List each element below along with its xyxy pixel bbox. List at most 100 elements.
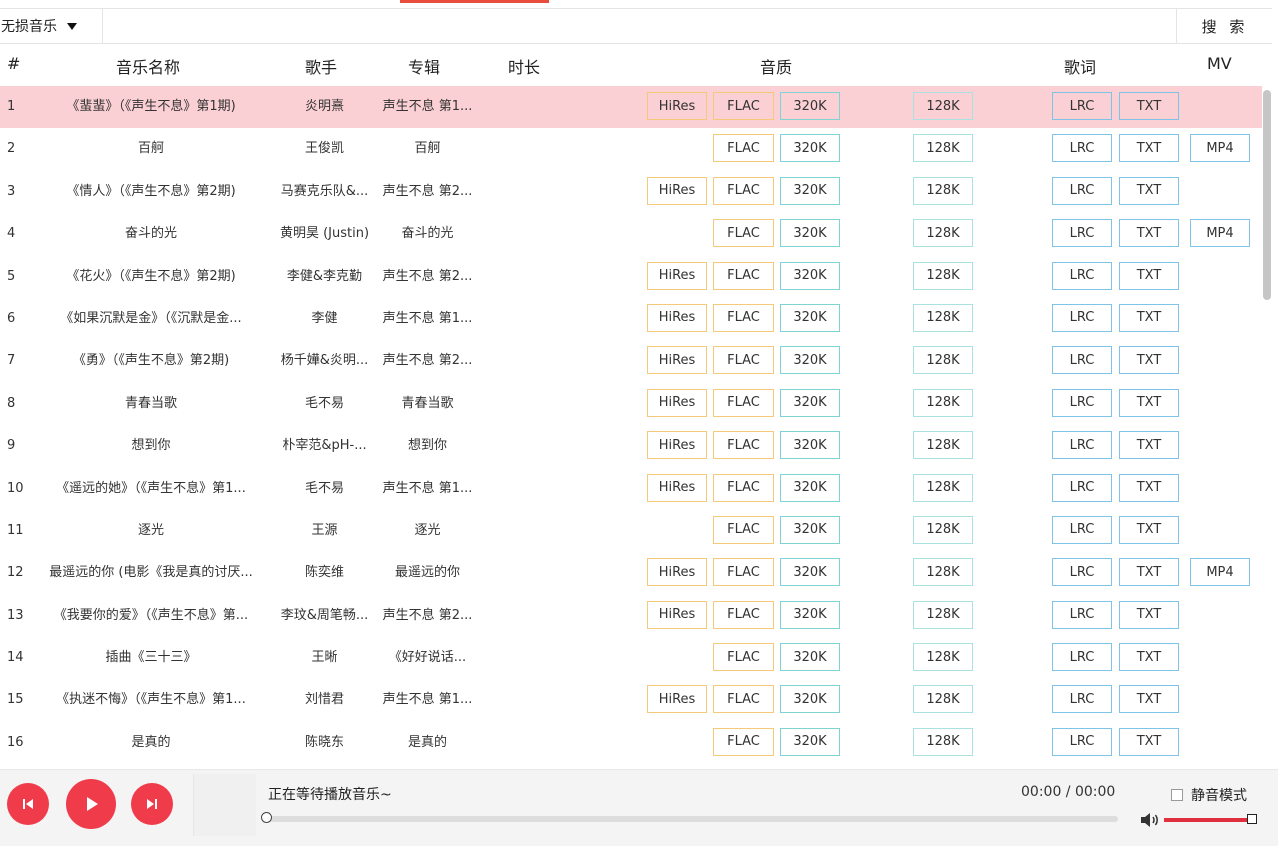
table-row[interactable]: 16 是真的 陈晓东 是真的 FLAC 320K 128K LRC TXT [0,722,1262,764]
flac-button[interactable]: FLAC [713,600,774,629]
flac-button[interactable]: FLAC [713,92,774,120]
flac-button[interactable]: FLAC [713,431,774,460]
txt-button[interactable]: TXT [1119,388,1179,417]
flac-button[interactable]: FLAC [713,219,774,248]
progress-knob[interactable] [261,812,272,823]
table-row[interactable]: 9 想到你 朴宰范&pH-... 想到你 HiRes FLAC 320K 128… [0,425,1262,467]
mp4-button[interactable]: MP4 [1190,558,1250,587]
flac-button[interactable]: FLAC [713,261,774,290]
lrc-button[interactable]: LRC [1052,346,1112,375]
txt-button[interactable]: TXT [1119,558,1179,587]
flac-button[interactable]: FLAC [713,643,774,672]
progress-bar[interactable] [261,812,1118,823]
lrc-button[interactable]: LRC [1052,388,1112,417]
mp4-button[interactable]: MP4 [1190,134,1250,163]
table-row[interactable]: 12 最遥远的你 (电影《我是真的讨厌... 陈奕维 最遥远的你 HiRes F… [0,552,1262,594]
flac-button[interactable]: FLAC [713,473,774,502]
320k-button[interactable]: 320K [780,176,840,205]
txt-button[interactable]: TXT [1119,600,1179,629]
table-row[interactable]: 10 《遥远的她》（《声生不息》第1... 毛不易 声生不息 第1... HiR… [0,468,1262,510]
hires-button[interactable]: HiRes [647,261,707,290]
txt-button[interactable]: TXT [1119,219,1179,248]
txt-button[interactable]: TXT [1119,134,1179,163]
hires-button[interactable]: HiRes [647,600,707,629]
128k-button[interactable]: 128K [913,515,973,544]
volume-knob[interactable] [1247,814,1257,824]
lrc-button[interactable]: LRC [1052,92,1112,120]
320k-button[interactable]: 320K [780,219,840,248]
128k-button[interactable]: 128K [913,558,973,587]
128k-button[interactable]: 128K [913,261,973,290]
txt-button[interactable]: TXT [1119,261,1179,290]
hires-button[interactable]: HiRes [647,685,707,714]
320k-button[interactable]: 320K [780,600,840,629]
hires-button[interactable]: HiRes [647,431,707,460]
source-select[interactable]: 无损音乐 [0,9,103,43]
hires-button[interactable]: HiRes [647,346,707,375]
table-row[interactable]: 14 插曲《三十三》 王晰 《好好说话... FLAC 320K 128K LR… [0,637,1262,679]
txt-button[interactable]: TXT [1119,643,1179,672]
320k-button[interactable]: 320K [780,515,840,544]
table-row[interactable]: 6 《如果沉默是金》（《沉默是金... 李健 声生不息 第1... HiRes … [0,298,1262,340]
lrc-button[interactable]: LRC [1052,431,1112,460]
lrc-button[interactable]: LRC [1052,134,1112,163]
320k-button[interactable]: 320K [780,685,840,714]
320k-button[interactable]: 320K [780,92,840,120]
320k-button[interactable]: 320K [780,134,840,163]
128k-button[interactable]: 128K [913,643,973,672]
table-row[interactable]: 3 《情人》（《声生不息》第2期) 马赛克乐队&... 声生不息 第2... H… [0,171,1262,213]
128k-button[interactable]: 128K [913,92,973,120]
txt-button[interactable]: TXT [1119,515,1179,544]
search-input[interactable] [103,9,1173,43]
128k-button[interactable]: 128K [913,176,973,205]
next-button[interactable] [131,783,173,825]
table-row[interactable]: 1 《蜚蜚》（《声生不息》第1期) 炎明熹 声生不息 第1... HiRes F… [0,86,1262,129]
flac-button[interactable]: FLAC [713,558,774,587]
lrc-button[interactable]: LRC [1052,727,1112,756]
lrc-button[interactable]: LRC [1052,600,1112,629]
lrc-button[interactable]: LRC [1052,176,1112,205]
320k-button[interactable]: 320K [780,431,840,460]
128k-button[interactable]: 128K [913,431,973,460]
flac-button[interactable]: FLAC [713,303,774,332]
lrc-button[interactable]: LRC [1052,515,1112,544]
table-row[interactable]: 7 《勇》（《声生不息》第2期) 杨千嬅&炎明... 声生不息 第2... Hi… [0,340,1262,382]
320k-button[interactable]: 320K [780,558,840,587]
128k-button[interactable]: 128K [913,219,973,248]
flac-button[interactable]: FLAC [713,515,774,544]
lrc-button[interactable]: LRC [1052,303,1112,332]
hires-button[interactable]: HiRes [647,92,707,120]
table-row[interactable]: 2 百舸 王俊凯 百舸 FLAC 320K 128K LRC TXT MP4 [0,128,1262,170]
table-row[interactable]: 13 《我要你的爱》（《声生不息》第... 李玟&周笔畅... 声生不息 第2.… [0,595,1262,637]
lrc-button[interactable]: LRC [1052,219,1112,248]
volume-icon[interactable] [1140,812,1160,828]
lrc-button[interactable]: LRC [1052,643,1112,672]
txt-button[interactable]: TXT [1119,685,1179,714]
320k-button[interactable]: 320K [780,346,840,375]
txt-button[interactable]: TXT [1119,431,1179,460]
flac-button[interactable]: FLAC [713,388,774,417]
mute-toggle[interactable]: 静音模式 [1171,785,1247,805]
128k-button[interactable]: 128K [913,303,973,332]
flac-button[interactable]: FLAC [713,134,774,163]
txt-button[interactable]: TXT [1119,176,1179,205]
hires-button[interactable]: HiRes [647,388,707,417]
lrc-button[interactable]: LRC [1052,685,1112,714]
128k-button[interactable]: 128K [913,134,973,163]
flac-button[interactable]: FLAC [713,727,774,756]
txt-button[interactable]: TXT [1119,92,1179,120]
320k-button[interactable]: 320K [780,261,840,290]
hires-button[interactable]: HiRes [647,176,707,205]
128k-button[interactable]: 128K [913,600,973,629]
hires-button[interactable]: HiRes [647,558,707,587]
txt-button[interactable]: TXT [1119,346,1179,375]
lrc-button[interactable]: LRC [1052,261,1112,290]
table-row[interactable]: 11 逐光 王源 逐光 FLAC 320K 128K LRC TXT [0,510,1262,552]
flac-button[interactable]: FLAC [713,685,774,714]
table-row[interactable]: 4 奋斗的光 黄明昊 (Justin) 奋斗的光 FLAC 320K 128K … [0,213,1262,255]
search-button[interactable]: 搜 索 [1176,9,1273,43]
hires-button[interactable]: HiRes [647,303,707,332]
128k-button[interactable]: 128K [913,727,973,756]
txt-button[interactable]: TXT [1119,303,1179,332]
mute-checkbox[interactable] [1171,789,1183,801]
